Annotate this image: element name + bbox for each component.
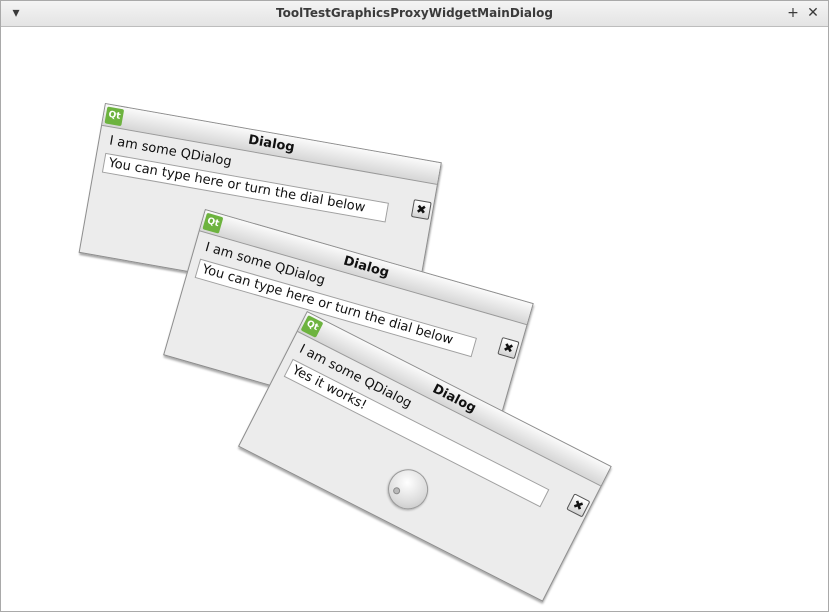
window-titlebar[interactable]: ▾ ToolTestGraphicsProxyWidgetMainDialog … (1, 1, 828, 27)
dial-notch (391, 486, 402, 496)
graphics-view[interactable]: Qt Dialog ✖ I am some QDialog You can ty… (1, 27, 828, 611)
dialog-close-button[interactable]: ✖ (497, 336, 520, 360)
dialog-close-button[interactable]: ✖ (566, 493, 591, 518)
dialog-close-button[interactable]: ✖ (410, 199, 432, 220)
main-window: ▾ ToolTestGraphicsProxyWidgetMainDialog … (0, 0, 829, 612)
window-title: ToolTestGraphicsProxyWidgetMainDialog (276, 6, 553, 20)
maximize-icon[interactable]: + (784, 4, 802, 22)
dial-knob[interactable] (381, 462, 435, 517)
close-icon[interactable]: ✕ (804, 4, 822, 22)
